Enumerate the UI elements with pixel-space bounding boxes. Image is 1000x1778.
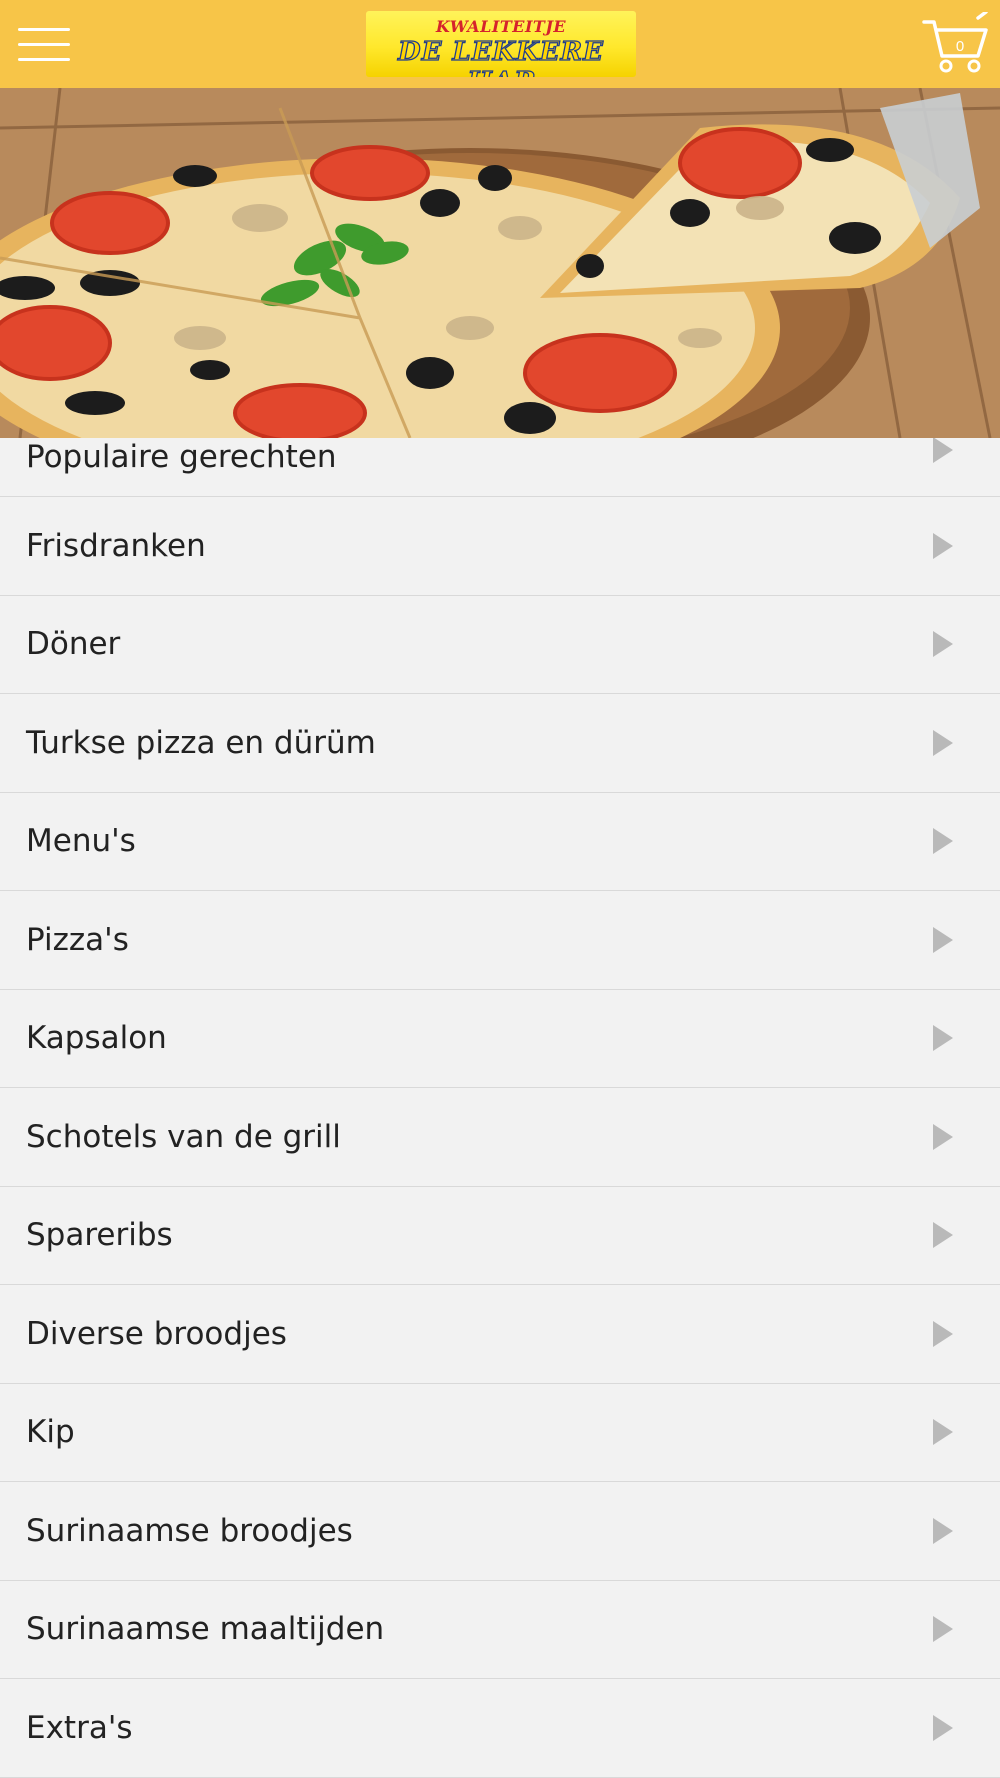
category-item-diverse-broodjes[interactable]: Diverse broodjes <box>0 1285 1000 1384</box>
category-label: Menu's <box>26 823 136 860</box>
logo-name: DE LEKKERE HAP <box>397 36 604 77</box>
category-item-surinaamse-broodjes[interactable]: Surinaamse broodjes <box>0 1482 1000 1581</box>
app-screen: Populaire gerechten Frisdranken Döner Tu… <box>0 0 1000 1778</box>
chevron-right-icon <box>933 729 953 756</box>
category-label: Kip <box>26 1414 75 1451</box>
category-label: Surinaamse broodjes <box>26 1512 353 1549</box>
chevron-right-icon <box>933 1616 953 1643</box>
category-label: Schotels van de grill <box>26 1118 341 1155</box>
shopping-cart-button[interactable]: 0 <box>920 12 992 76</box>
category-label: Frisdranken <box>26 527 206 564</box>
logo-tagline: KWALITEITJE <box>435 17 567 36</box>
category-item-turkse-pizza[interactable]: Turkse pizza en dürüm <box>0 694 1000 793</box>
app-header: KWALITEITJE DE LEKKERE HAP 0 <box>0 0 1000 88</box>
category-label: Populaire gerechten <box>26 439 337 475</box>
cart-count-badge: 0 <box>955 38 965 55</box>
category-item-kip[interactable]: Kip <box>0 1383 1000 1482</box>
chevron-right-icon <box>933 1320 953 1347</box>
category-item-kapsalon[interactable]: Kapsalon <box>0 989 1000 1088</box>
chevron-right-icon <box>933 1714 953 1741</box>
chevron-right-icon <box>933 1123 953 1150</box>
category-item-spareribs[interactable]: Spareribs <box>0 1186 1000 1285</box>
pizza-illustration <box>0 88 1000 438</box>
chevron-right-icon <box>933 1517 953 1544</box>
category-list: Populaire gerechten Frisdranken Döner Tu… <box>0 395 1000 1778</box>
category-label: Döner <box>26 626 121 663</box>
chevron-right-icon <box>933 1419 953 1446</box>
hamburger-menu-icon[interactable] <box>18 24 70 64</box>
category-label: Spareribs <box>26 1217 173 1254</box>
category-item-surinaamse-maaltijden[interactable]: Surinaamse maaltijden <box>0 1580 1000 1679</box>
category-item-menus[interactable]: Menu's <box>0 792 1000 891</box>
category-item-schotels[interactable]: Schotels van de grill <box>0 1088 1000 1187</box>
category-label: Extra's <box>26 1709 133 1746</box>
brand-logo[interactable]: KWALITEITJE DE LEKKERE HAP <box>366 11 636 77</box>
chevron-right-icon <box>933 828 953 855</box>
category-label: Diverse broodjes <box>26 1315 287 1352</box>
category-label: Turkse pizza en dürüm <box>26 724 376 761</box>
category-label: Pizza's <box>26 921 129 958</box>
hero-pizza-image <box>0 88 1000 438</box>
chevron-right-icon <box>933 926 953 953</box>
chevron-right-icon <box>933 631 953 658</box>
chevron-right-icon <box>933 437 953 463</box>
category-item-pizzas[interactable]: Pizza's <box>0 891 1000 990</box>
category-label: Surinaamse maaltijden <box>26 1611 385 1648</box>
category-item-frisdranken[interactable]: Frisdranken <box>0 497 1000 596</box>
category-label: Kapsalon <box>26 1020 167 1057</box>
chevron-right-icon <box>933 532 953 559</box>
category-item-extras[interactable]: Extra's <box>0 1679 1000 1778</box>
chevron-right-icon <box>933 1222 953 1249</box>
category-item-doner[interactable]: Döner <box>0 595 1000 694</box>
chevron-right-icon <box>933 1025 953 1052</box>
